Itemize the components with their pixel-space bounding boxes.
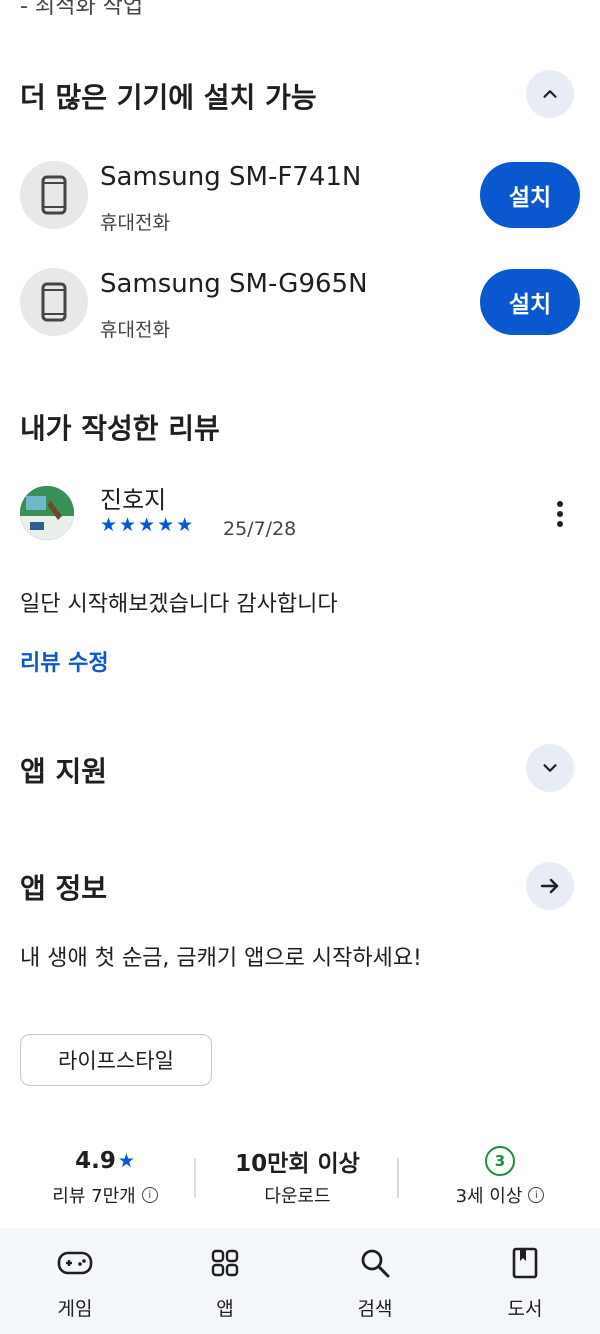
chevron-down-icon <box>543 764 557 772</box>
downloads-label: 다운로드 <box>264 1186 331 1207</box>
nav-label: 앱 <box>216 1298 234 1320</box>
avatar <box>20 486 74 540</box>
info-icon: i <box>141 1187 158 1203</box>
rating-value-row: 4.9 ★ <box>75 1144 135 1178</box>
downloads-value: 10만회 이상 <box>235 1151 360 1177</box>
expand-support-button[interactable] <box>526 744 574 792</box>
app-description: 내 생애 첫 순금, 금캐기 앱으로 시작하세요! <box>20 946 422 971</box>
search-icon <box>361 1249 390 1278</box>
category-chip[interactable]: 라이프스타일 <box>20 1034 212 1086</box>
rating-value: 4.9 <box>75 1148 116 1174</box>
review-date: 25/7/28 <box>223 518 297 540</box>
nav-label: 도서 <box>507 1298 543 1320</box>
phone-icon <box>41 282 67 322</box>
review-count: 리뷰 7만개 <box>52 1186 136 1207</box>
chevron-up-icon <box>543 90 557 98</box>
star-icon: ★ <box>117 1150 135 1172</box>
bottom-navigation: 게임 앱 검색 도서 <box>0 1228 600 1334</box>
device-type: 휴대전화 <box>100 319 170 341</box>
downloads-stat: 10만회 이상 다운로드 <box>200 1144 395 1208</box>
book-icon <box>512 1247 538 1279</box>
rating-stat: 4.9 ★ 리뷰 7만개 i <box>20 1144 190 1208</box>
info-icon: i <box>528 1187 545 1203</box>
age-badge: 3 <box>485 1146 515 1176</box>
nav-item-games[interactable]: 게임 <box>0 1228 150 1334</box>
arrow-right-icon <box>540 878 559 894</box>
app-info-arrow-button[interactable] <box>526 862 574 910</box>
nav-label: 검색 <box>357 1298 393 1320</box>
nav-item-apps[interactable]: 앱 <box>150 1228 300 1334</box>
age-stat: 3 3세 이상 i <box>402 1144 598 1208</box>
nav-label: 게임 <box>57 1298 93 1320</box>
more-vert-icon <box>557 501 563 527</box>
review-text: 일단 시작해보겠습니다 감사합니다 <box>20 592 338 617</box>
phone-icon <box>41 175 67 215</box>
device-type: 휴대전화 <box>100 212 170 234</box>
more-options-button[interactable] <box>540 494 580 534</box>
install-button[interactable]: 설치 <box>480 162 580 228</box>
review-author: 진호지 <box>100 486 167 514</box>
devices-section-title: 더 많은 기기에 설치 가능 <box>20 81 317 114</box>
device-icon <box>20 161 88 229</box>
device-name: Samsung SM-F741N <box>100 162 362 192</box>
gamepad-icon <box>57 1251 93 1275</box>
device-name: Samsung SM-G965N <box>100 269 368 299</box>
collapse-button[interactable] <box>526 70 574 118</box>
stat-divider <box>397 1158 399 1198</box>
nav-item-books[interactable]: 도서 <box>450 1228 600 1334</box>
stat-divider <box>194 1158 196 1198</box>
cut-off-text: - 최적화 작업 <box>20 0 144 19</box>
apps-grid-icon <box>211 1249 239 1277</box>
nav-item-search[interactable]: 검색 <box>300 1228 450 1334</box>
device-icon <box>20 268 88 336</box>
review-stars: ★★★★★ <box>100 514 196 536</box>
install-button[interactable]: 설치 <box>480 269 580 335</box>
edit-review-link[interactable]: 리뷰 수정 <box>20 645 109 677</box>
info-section-title: 앱 정보 <box>20 872 108 905</box>
age-label: 3세 이상 <box>455 1186 523 1207</box>
support-section-title: 앱 지원 <box>20 755 108 788</box>
review-section-title: 내가 작성한 리뷰 <box>20 412 220 445</box>
